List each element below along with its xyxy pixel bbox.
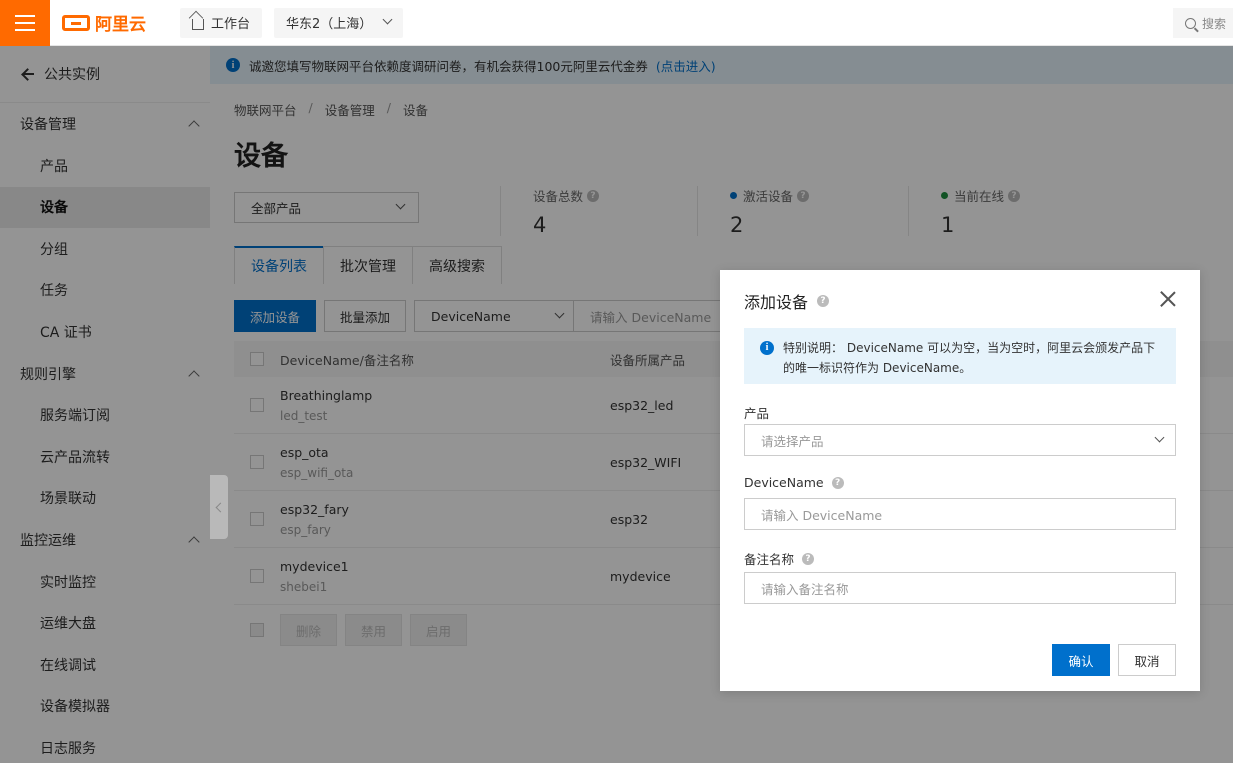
product-label-text: 产品 bbox=[744, 406, 770, 421]
chevron-down-icon bbox=[382, 14, 393, 25]
devicename-input[interactable]: 请输入 DeviceName bbox=[744, 498, 1176, 530]
home-icon bbox=[192, 19, 204, 30]
help-icon[interactable]: ? bbox=[802, 552, 815, 565]
add-device-dialog: 添加设备 ? i 特别说明： DeviceName 可以为空，当为空时，阿里云会… bbox=[720, 270, 1200, 691]
product-select[interactable]: 请选择产品 bbox=[744, 424, 1176, 456]
logo-text: 阿里云 bbox=[95, 15, 146, 35]
workbench-label: 工作台 bbox=[211, 17, 251, 32]
top-bar: 阿里云 工作台 华东2（上海） 搜索 bbox=[0, 0, 1233, 46]
workbench-button[interactable]: 工作台 bbox=[180, 7, 263, 38]
region-label: 华东2（上海） bbox=[286, 17, 373, 32]
tip-body: 特别说明： DeviceName 可以为空，当为空时，阿里云会颁发产品下的唯一标… bbox=[783, 338, 1160, 378]
logo-mark-icon bbox=[62, 14, 90, 31]
help-icon[interactable]: ? bbox=[831, 476, 844, 489]
close-icon[interactable] bbox=[1160, 291, 1176, 307]
note-name-input[interactable]: 请输入备注名称 bbox=[744, 572, 1176, 604]
dialog-title: 添加设备 ? bbox=[744, 289, 830, 313]
note-label-text: 备注名称 bbox=[744, 552, 795, 567]
chevron-down-icon bbox=[1154, 432, 1165, 442]
tip-prefix: 特别说明： bbox=[783, 341, 844, 355]
help-icon[interactable]: ? bbox=[817, 295, 830, 307]
global-search[interactable]: 搜索 bbox=[1173, 8, 1233, 38]
devicename-label: DeviceName ? bbox=[744, 475, 844, 490]
hamburger-menu-icon[interactable] bbox=[0, 0, 50, 46]
cancel-button[interactable]: 取消 bbox=[1118, 644, 1176, 676]
dialog-title-text: 添加设备 bbox=[744, 293, 809, 312]
note-label: 备注名称 ? bbox=[744, 549, 815, 568]
info-icon: i bbox=[760, 341, 774, 355]
aliyun-logo[interactable]: 阿里云 bbox=[62, 10, 168, 35]
dialog-tip: i 特别说明： DeviceName 可以为空，当为空时，阿里云会颁发产品下的唯… bbox=[744, 328, 1176, 384]
confirm-button[interactable]: 确认 bbox=[1052, 644, 1110, 676]
product-label: 产品 bbox=[744, 403, 769, 422]
chevron-left-icon bbox=[215, 502, 226, 512]
sidebar-collapse-handle[interactable] bbox=[210, 475, 228, 539]
product-select-placeholder: 请选择产品 bbox=[761, 433, 824, 449]
search-icon bbox=[1185, 17, 1196, 29]
region-selector[interactable]: 华东2（上海） bbox=[274, 7, 404, 38]
search-placeholder: 搜索 bbox=[1202, 16, 1227, 31]
devicename-label-text: DeviceName bbox=[744, 475, 824, 490]
